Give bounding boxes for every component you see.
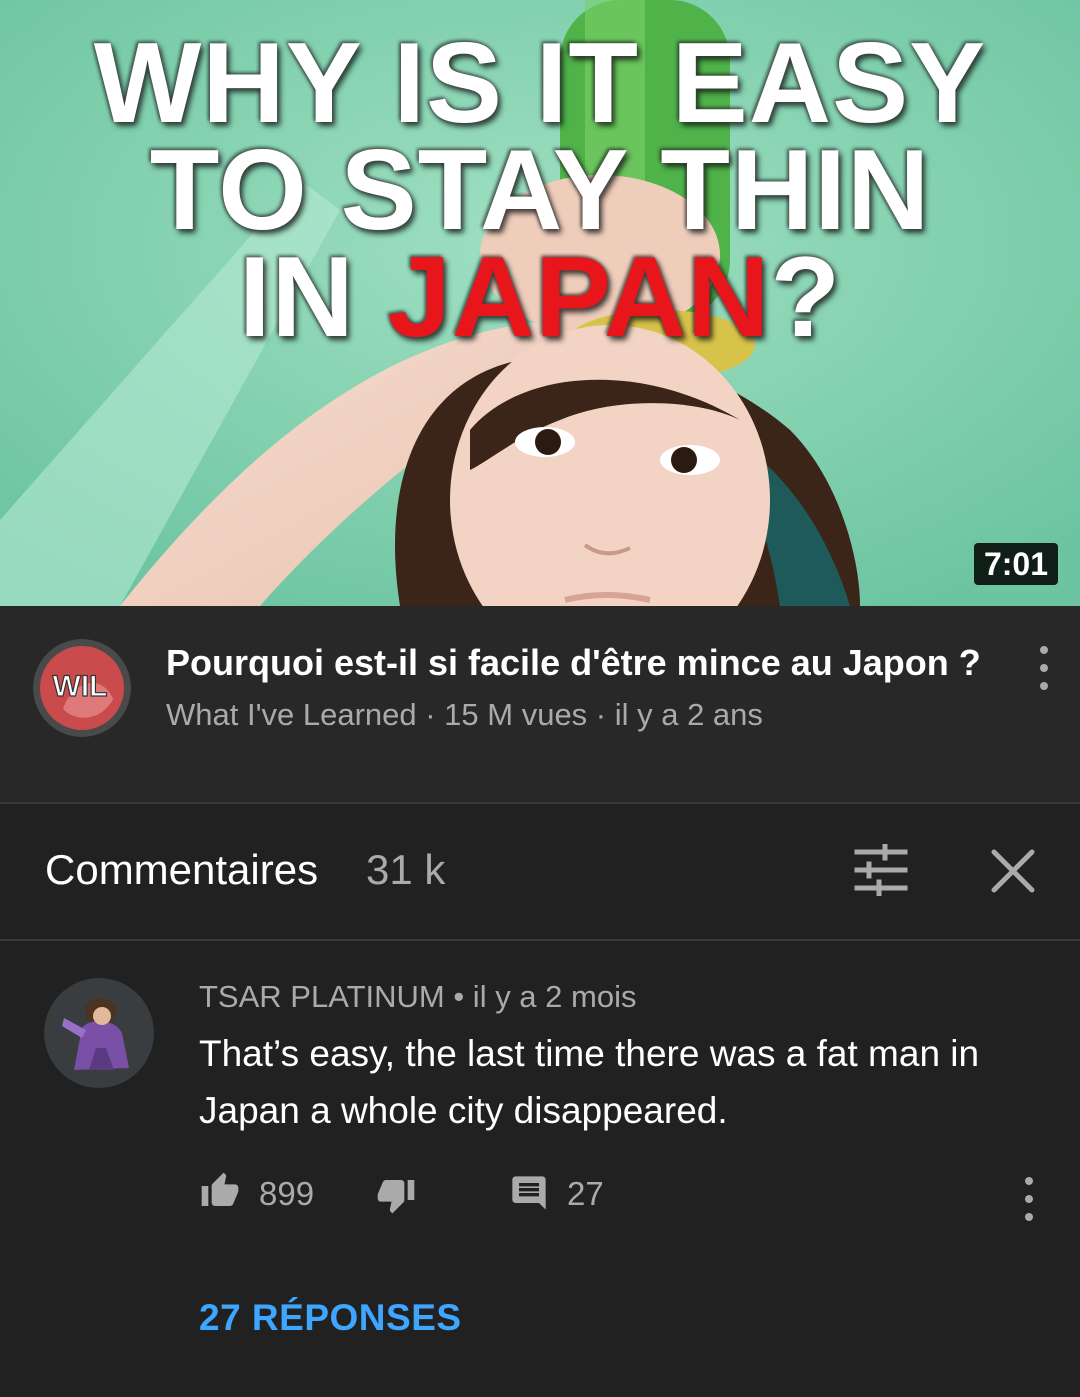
thumbnail-title-prefix: IN [238,234,388,361]
video-meta: What I've Learned · 15 M vues · il y a 2… [166,697,763,732]
dislike-icon[interactable] [375,1175,417,1220]
thumbnail-title-line1: WHY IS IT EASY [93,20,987,147]
channel-logo-text: WIL [53,670,108,703]
video-thumbnail[interactable]: WHY IS IT EASY TO STAY THIN IN JAPAN? 7:… [0,0,1080,606]
thumbnail-title-line3: IN JAPAN? [0,241,1080,355]
reply-count: 27 [567,1175,604,1212]
thumbnail-title-highlight: JAPAN [387,234,771,361]
like-icon[interactable] [199,1171,241,1216]
comment-more-vert-icon[interactable] [1019,1177,1039,1221]
comment-author[interactable]: TSAR PLATINUM • il y a 2 mois [199,979,636,1015]
thumbnail-title: WHY IS IT EASY TO STAY THIN IN JAPAN? [0,20,1080,355]
thumbnail-title-suffix: ? [770,234,842,361]
channel-logo-icon: WIL [33,639,131,737]
video-duration-badge: 7:01 [973,543,1058,585]
comment-thread: TSAR PLATINUM • il y a 2 mois That’s eas… [0,941,1080,1397]
reply-icon[interactable] [509,1173,549,1218]
view-replies-button[interactable]: 27 RÉPONSES [199,1297,462,1339]
sort-icon[interactable] [853,843,909,901]
comments-title: Commentaires [45,846,319,893]
video-info[interactable]: WIL Pourquoi est-il si facile d'être min… [0,606,1080,803]
close-icon[interactable] [990,848,1036,899]
more-vert-icon[interactable] [1034,646,1054,690]
channel-avatar[interactable]: WIL [33,639,131,737]
commenter-avatar[interactable] [44,978,154,1088]
thumbnail-title-line2: TO STAY THIN [149,127,931,254]
comments-count: 31 k [366,846,446,893]
comment-text: That’s easy, the last time there was a f… [199,1033,980,1131]
video-title[interactable]: Pourquoi est-il si facile d'être mince a… [166,642,1006,684]
like-count: 899 [259,1175,315,1212]
avatar-image [44,978,154,1088]
comment-actions: 899 27 [199,1171,1049,1221]
comments-header: Commentaires 31 k [0,804,1080,940]
